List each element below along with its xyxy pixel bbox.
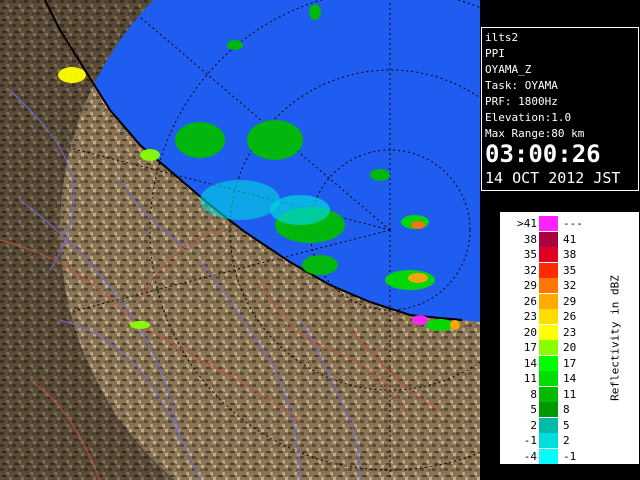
- legend-row: 38 41: [501, 231, 638, 248]
- legend-lower-bound: 2: [530, 418, 537, 432]
- legend-upper-bound: 20: [563, 341, 577, 354]
- legend-lower-bound: 26: [523, 294, 537, 308]
- legend-lower-bound: 17: [523, 341, 537, 354]
- legend-lower-bound: 23: [523, 310, 537, 323]
- legend-lower-bound: 38: [523, 232, 537, 246]
- legend-upper-bound: 32: [563, 279, 577, 292]
- legend-lower-bound: >41: [517, 217, 537, 230]
- legend-upper-bound: ---: [563, 217, 583, 230]
- legend-upper-bound: 41: [563, 232, 577, 246]
- prf-value: PRF: 1800Hz: [485, 95, 558, 108]
- legend-color-swatch: [539, 355, 558, 371]
- legend-color-swatch: [539, 247, 558, 262]
- legend-color-swatch: [539, 386, 558, 402]
- legend-lower-bound: 14: [523, 356, 537, 370]
- legend-upper-bound: 29: [563, 294, 577, 308]
- station-name: ilts2: [485, 31, 519, 44]
- legend-upper-bound: -1: [563, 449, 577, 463]
- legend-color-swatch: [539, 433, 558, 448]
- legend-row: 25: [501, 417, 638, 434]
- legend-lower-bound: 35: [523, 248, 537, 261]
- legend-lower-bound: 5: [530, 403, 537, 416]
- product-name: OYAMA_Z: [485, 63, 532, 76]
- legend-lower-bound: 32: [523, 263, 537, 277]
- legend-color-swatch: [539, 324, 558, 340]
- legend-lower-bound: 8: [530, 387, 537, 401]
- legend-upper-bound: 26: [563, 310, 577, 323]
- legend-color-swatch: [539, 262, 558, 278]
- legend-upper-bound: 14: [563, 372, 577, 385]
- legend-row: -4 -1: [501, 448, 638, 465]
- task-name: Task: OYAMA: [485, 79, 558, 92]
- legend-row: >41 ---: [501, 216, 638, 232]
- legend-color-swatch: [539, 216, 558, 231]
- legend-row: 35 38: [501, 247, 638, 263]
- legend-upper-bound: 38: [563, 248, 577, 261]
- info-panel: ilts2 PPI OYAMA_Z Task: OYAMA PRF: 1800H…: [480, 0, 640, 480]
- legend-color-swatch: [539, 231, 558, 247]
- legend-upper-bound: 2: [563, 434, 570, 447]
- scan-date: 14 OCT 2012 JST: [485, 169, 621, 187]
- legend-color-swatch: [539, 340, 558, 355]
- radar-map: [0, 0, 480, 480]
- legend-color-swatch: [539, 448, 558, 464]
- color-legend: >41 --- 38 41 35 38 32 35 29 32 26 29 23 26 20 23 17 20 14…: [500, 212, 639, 464]
- legend-lower-bound: -4: [523, 449, 537, 463]
- legend-upper-bound: 11: [563, 387, 577, 401]
- legend-upper-bound: 23: [563, 325, 577, 339]
- legend-upper-bound: 5: [563, 418, 570, 432]
- legend-upper-bound: 8: [563, 403, 570, 416]
- legend-color-swatch: [539, 278, 558, 293]
- radar-info-box: ilts2 PPI OYAMA_Z Task: OYAMA PRF: 1800H…: [481, 27, 639, 191]
- legend-upper-bound: 17: [563, 356, 577, 370]
- legend-row: -1 2: [501, 433, 638, 449]
- legend-color-swatch: [539, 293, 558, 309]
- elevation-value: Elevation:1.0: [485, 111, 572, 124]
- legend-lower-bound: 29: [523, 279, 537, 292]
- max-range-value: Max Range:80 km: [485, 127, 585, 140]
- scan-mode: PPI: [485, 47, 505, 60]
- legend-upper-bound: 35: [563, 263, 577, 277]
- legend-lower-bound: 11: [523, 372, 537, 385]
- legend-color-swatch: [539, 371, 558, 386]
- legend-color-swatch: [539, 309, 558, 324]
- legend-color-swatch: [539, 417, 558, 433]
- legend-lower-bound: 20: [523, 325, 537, 339]
- scan-time: 03:00:26: [485, 140, 601, 168]
- legend-lower-bound: -1: [523, 434, 537, 447]
- legend-color-swatch: [539, 402, 558, 417]
- legend-unit-label: Reflectivity in dBZ: [608, 275, 622, 401]
